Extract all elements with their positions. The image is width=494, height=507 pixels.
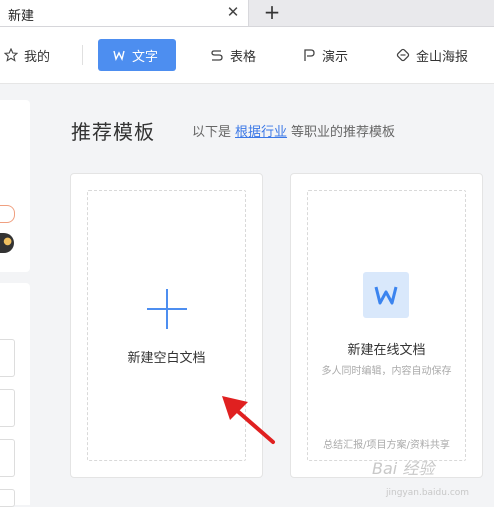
tab-new[interactable]: 新建 ✕ [0, 0, 249, 26]
new-blank-document-label: 新建空白文档 [127, 351, 206, 366]
sidebar-badge-outline[interactable] [0, 205, 15, 223]
close-icon[interactable]: ✕ [224, 3, 242, 21]
online-document-tags: 总结汇报/项目方案/资料共享 [323, 440, 450, 451]
star-icon [4, 48, 18, 62]
new-online-document-label: 新建在线文档 [347, 343, 426, 358]
sidebar-list-item[interactable] [0, 489, 15, 507]
writer-icon [113, 50, 125, 62]
red-arrow-annotation [222, 396, 275, 444]
nav-sheet[interactable]: 表格 [210, 39, 256, 71]
nav-poster[interactable]: 金山海报 [396, 39, 468, 71]
app-navbar: 我的 文字 表格 演示 金山海报 [0, 27, 494, 84]
presentation-icon [304, 49, 315, 61]
sheet-icon [211, 50, 223, 61]
badge-glyph: ● [3, 236, 12, 247]
subtitle-suffix: 等职业的推荐模板 [291, 125, 396, 140]
nav-mine-label: 我的 [24, 49, 51, 65]
add-tab-icon[interactable]: + [262, 2, 282, 22]
card-dashed-frame [307, 190, 466, 461]
page-title: 推荐模板 [71, 120, 155, 144]
new-online-document-card[interactable]: 新建在线文档 多人同时编辑，内容自动保存 总结汇报/项目方案/资料共享 [290, 173, 483, 478]
sidebar-list-item[interactable] [0, 389, 15, 427]
nav-presentation[interactable]: 演示 [302, 39, 348, 71]
nav-divider [82, 45, 83, 65]
online-document-description: 多人同时编辑，内容自动保存 [321, 366, 452, 377]
baidu-watermark: Bai 经验 [372, 459, 435, 478]
subtitle-prefix: 以下是 [192, 125, 232, 140]
tab-bar: 新建 ✕ + [0, 0, 494, 27]
writer-w-icon [363, 272, 409, 318]
nav-sheet-label: 表格 [230, 49, 257, 65]
page-subtitle: 以下是 根据行业 等职业的推荐模板 [192, 121, 395, 140]
nav-presentation-label: 演示 [322, 49, 349, 65]
tab-title: 新建 [8, 9, 35, 24]
nav-writer-label: 文字 [132, 49, 159, 65]
nav-writer[interactable]: 文字 [98, 39, 176, 71]
baidu-watermark-url: jingyan.baidu.com [386, 488, 470, 498]
industry-link[interactable]: 根据行业 [235, 125, 287, 140]
plus-icon [147, 289, 187, 329]
nav-mine[interactable]: 我的 [4, 39, 50, 71]
sidebar-list-item[interactable] [0, 439, 15, 477]
nav-poster-label: 金山海报 [416, 49, 469, 65]
poster-icon [396, 48, 410, 62]
sidebar-list-item[interactable] [0, 339, 15, 377]
